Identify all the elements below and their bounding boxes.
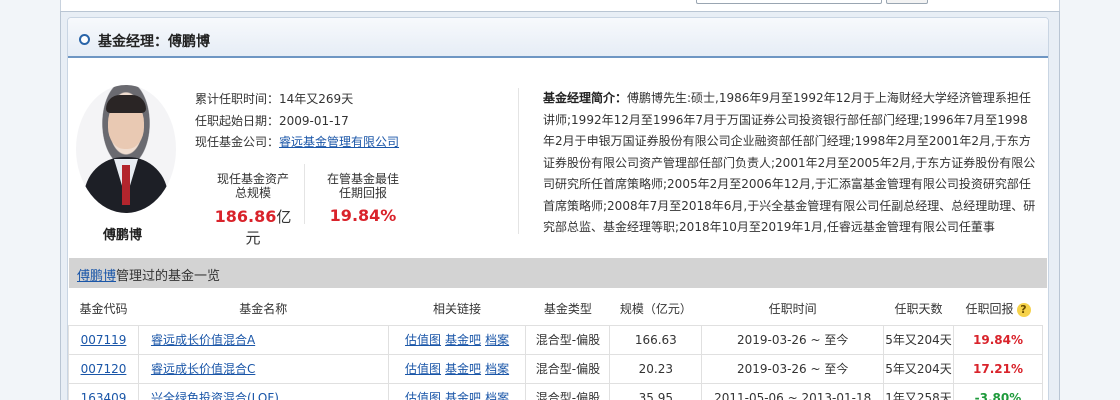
tenure-return: 17.21% (952, 353, 1044, 384)
fund-name-link[interactable]: 睿远成长价值混合A (151, 333, 255, 347)
help-icon[interactable]: ? (1016, 302, 1031, 317)
col-code: 基金代码 (79, 302, 128, 317)
links-cell: 估值图 基金吧 档案 (387, 382, 527, 400)
fund-size: 166.63 (609, 324, 703, 355)
bio-text: 傅鹏博先生:硕士,1986年9月至1992年12月于上海财经大学经济管理系担任讲… (543, 91, 1036, 234)
fund-name-cell: 兴全绿色投资混合(LOF) (137, 382, 389, 400)
fund-forum-link[interactable]: 基金吧 (445, 391, 481, 400)
panel-header: 基金经理：傅鹏博 (68, 18, 1048, 58)
table-row: 007120 睿远成长价值混合C 估值图 基金吧 档案 混合型-偏股 20.23 2… (68, 353, 1044, 384)
fund-code-cell: 163409 (68, 382, 139, 400)
search-button[interactable] (886, 0, 928, 4)
fund-profile-link[interactable]: 档案 (485, 362, 509, 376)
return-label-line2: 任期回报 (338, 186, 387, 200)
fund-code-link[interactable]: 163409 (81, 391, 127, 400)
tenure-return: -3.80% (952, 382, 1044, 400)
manager-bio: 基金经理简介：傅鹏博先生:硕士,1986年9月至1992年12月于上海财经大学经… (543, 88, 1038, 238)
company-link[interactable]: 睿远基金管理有限公司 (279, 135, 399, 149)
fund-name-cell: 睿远成长价值混合A (137, 324, 389, 355)
tenure-label: 累计任职时间： (195, 92, 280, 106)
fund-type: 混合型-偏股 (525, 353, 611, 384)
tenure-days: 1年又258天 (883, 382, 954, 400)
tenure-period: 2019-03-26 ~ 至今 (701, 324, 885, 355)
tenure-days: 5年又204天 (883, 353, 954, 384)
fund-table: 基金代码 基金名称 相关链接 基金类型 规模（亿元） 任职时间 任职天数 任职回… (68, 293, 1044, 400)
fund-list-title-suffix: 管理过的基金一览 (116, 269, 221, 284)
valuation-chart-link[interactable]: 估值图 (405, 391, 441, 400)
table-header-row: 基金代码 基金名称 相关链接 基金类型 规模（亿元） 任职时间 任职天数 任职回… (69, 293, 1043, 325)
col-days: 任职天数 (894, 302, 943, 317)
fund-list-title: 傅鹏博管理过的基金一览 (77, 265, 220, 284)
manager-name: 傅鹏博 (103, 228, 143, 243)
links-cell: 估值图 基金吧 档案 (387, 324, 527, 355)
tenure-value: 14年又269天 (279, 92, 354, 106)
asset-label-line1: 现任基金资产 (216, 172, 289, 186)
page-title: 基金经理：傅鹏博 (98, 34, 210, 50)
table-row: 163409 兴全绿色投资混合(LOF) 估值图 基金吧 档案 混合型-偏股 35.… (68, 382, 1044, 400)
tenure-days: 5年又204天 (883, 324, 954, 355)
col-return: 任职回报? (953, 293, 1042, 325)
bio-divider (518, 88, 519, 234)
asset-label-line2: 总规模 (234, 186, 271, 200)
return-label-line1: 在管基金最佳 (326, 172, 399, 186)
fund-profile-link[interactable]: 档案 (485, 333, 509, 347)
asset-stat: 现任基金资产 总规模 186.86亿元 (208, 172, 298, 248)
asset-value: 186.86 (214, 207, 277, 226)
fund-code-cell: 007119 (68, 324, 139, 355)
asset-value-row: 186.86亿元 (208, 206, 298, 248)
start-date-row: 任职起始日期：2009-01-17 (195, 112, 349, 129)
manager-section: 基金经理：傅鹏博 傅鹏博 累计任职时间：14年又269天 任职起始日期：2009… (60, 11, 1060, 400)
tenure-row: 累计任职时间：14年又269天 (195, 90, 353, 107)
col-name: 基金名称 (239, 302, 288, 317)
fund-type: 混合型-偏股 (525, 324, 611, 355)
col-size: 规模（亿元） (619, 302, 692, 317)
links-cell: 估值图 基金吧 档案 (387, 353, 527, 384)
tenure-return: 19.84% (952, 324, 1044, 355)
photo-hair (106, 95, 146, 113)
start-date-label: 任职起始日期： (195, 114, 280, 128)
search-input[interactable] (696, 0, 882, 4)
fund-code-cell: 007120 (68, 353, 139, 384)
company-row: 现任基金公司：睿远基金管理有限公司 (195, 133, 399, 150)
col-return-label: 任职回报 (965, 302, 1014, 317)
manager-photo (76, 85, 176, 213)
table-row: 007119 睿远成长价值混合A 估值图 基金吧 档案 混合型-偏股 166.63 … (68, 324, 1044, 355)
fund-code-link[interactable]: 007120 (81, 362, 127, 376)
col-type: 基金类型 (543, 302, 592, 317)
fund-code-link[interactable]: 007119 (81, 333, 127, 347)
col-period: 任职时间 (768, 302, 817, 317)
fund-forum-link[interactable]: 基金吧 (445, 333, 481, 347)
start-date-value: 2009-01-17 (279, 114, 349, 128)
col-links: 相关链接 (433, 302, 482, 317)
fund-forum-link[interactable]: 基金吧 (445, 362, 481, 376)
tenure-period: 2019-03-26 ~ 至今 (701, 353, 885, 384)
stat-divider (304, 164, 305, 224)
fund-list-header: 傅鹏博管理过的基金一览 (69, 258, 1047, 288)
manager-panel: 基金经理：傅鹏博 傅鹏博 累计任职时间：14年又269天 任职起始日期：2009… (67, 17, 1049, 400)
valuation-chart-link[interactable]: 估值图 (405, 362, 441, 376)
bio-label: 基金经理简介： (543, 91, 628, 105)
fund-size: 20.23 (609, 353, 703, 384)
return-stat: 在管基金最佳 任期回报 19.84% (318, 172, 408, 225)
photo-tie (122, 165, 130, 205)
circle-icon (79, 34, 90, 45)
fund-size: 35.95 (609, 382, 703, 400)
return-value: 19.84% (329, 206, 397, 225)
fund-name-cell: 睿远成长价值混合C (137, 353, 389, 384)
valuation-chart-link[interactable]: 估值图 (405, 333, 441, 347)
fund-type: 混合型-偏股 (525, 382, 611, 400)
company-label: 现任基金公司： (195, 135, 280, 149)
fund-profile-link[interactable]: 档案 (485, 391, 509, 400)
fund-name-link[interactable]: 睿远成长价值混合C (151, 362, 255, 376)
tenure-period: 2011-05-06 ~ 2013-01-18 (701, 382, 885, 400)
manager-name-link[interactable]: 傅鹏博 (77, 269, 116, 284)
fund-name-link[interactable]: 兴全绿色投资混合(LOF) (151, 391, 279, 400)
